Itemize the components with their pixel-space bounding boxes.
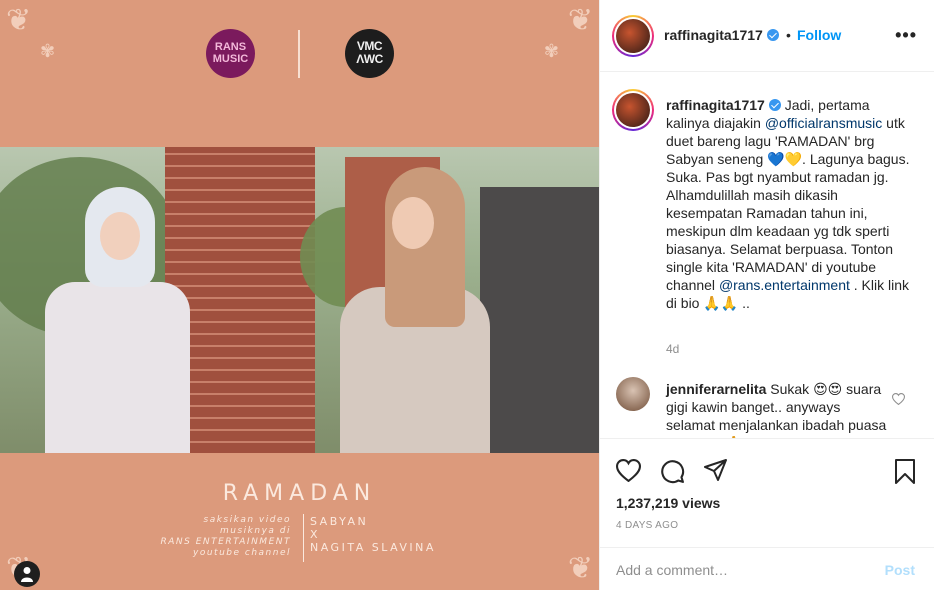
post-media[interactable]: ❦ ❦ ✾ ✾ ❦ ❦ RANS MUSIC VMC ΛWC RAMADAN s… — [0, 0, 599, 590]
bookmark-icon[interactable] — [894, 459, 916, 484]
post-header: raffinagita1717 • Follow ••• — [600, 0, 934, 72]
commenter-username[interactable]: jenniferarnelita — [666, 381, 766, 397]
video-subtitle-right: SABYAN X NAGITA SLAVINA — [310, 515, 436, 554]
ornament-bottom-right: ❦ — [567, 552, 593, 585]
video-title: RAMADAN — [222, 481, 377, 506]
person-icon — [21, 567, 33, 582]
caption-username[interactable]: raffinagita1717 — [666, 97, 765, 113]
ornament-swirl-right: ✾ — [543, 41, 559, 61]
author-username[interactable]: raffinagita1717 — [664, 27, 779, 43]
video-frame — [0, 147, 599, 453]
ornament-top-left: ❦ — [6, 4, 32, 37]
post-comment-button[interactable]: Post — [885, 562, 915, 578]
heart-icon[interactable] — [616, 459, 641, 482]
post-actions: 1,237,219 views 4 DAYS AGO Post — [600, 438, 934, 590]
tagged-users-button[interactable] — [14, 561, 40, 587]
more-options-button[interactable]: ••• — [895, 25, 917, 46]
add-comment-bar: Post — [600, 547, 934, 590]
verified-badge-icon — [766, 29, 779, 41]
header-separator: • — [786, 27, 791, 43]
rans-music-logo: RANS MUSIC — [206, 29, 255, 78]
post-side-panel: raffinagita1717 • Follow ••• raffinagita… — [599, 0, 934, 590]
comments-list[interactable]: raffinagita1717 Jadi, pertama kalinya di… — [600, 72, 934, 438]
post-date[interactable]: 4 DAYS AGO — [616, 520, 678, 531]
commenter-avatar[interactable] — [616, 377, 650, 411]
logo-divider — [298, 30, 300, 78]
follow-button[interactable]: Follow — [797, 27, 841, 43]
comment-input[interactable] — [616, 560, 866, 580]
author-avatar[interactable] — [612, 15, 654, 57]
caption-avatar[interactable] — [612, 89, 654, 131]
comment-icon[interactable] — [660, 459, 685, 484]
caption-text: raffinagita1717 Jadi, pertama kalinya di… — [666, 97, 910, 311]
mention-officialransmusic[interactable]: @officialransmusic — [765, 115, 882, 131]
heart-outline-icon[interactable] — [892, 393, 905, 405]
view-count[interactable]: 1,237,219 views — [616, 495, 720, 511]
vmc-logo: VMC ΛWC — [345, 29, 394, 78]
video-subtitle-left: saksikan video musiknya di RANS ENTERTAI… — [160, 515, 291, 558]
caption-timestamp[interactable]: 4d — [666, 342, 679, 356]
ornament-swirl-left: ✾ — [40, 41, 56, 61]
singer-left — [40, 187, 190, 453]
comment-text: jenniferarnelita Sukak 😍😍 suara gigi kaw… — [666, 381, 887, 438]
subtitle-divider — [303, 514, 304, 562]
share-icon[interactable] — [704, 459, 728, 482]
singer-right — [330, 167, 500, 453]
ornament-top-right: ❦ — [567, 4, 593, 37]
mention-rans-entertainment[interactable]: @rans.entertainment — [719, 277, 850, 293]
verified-badge-icon — [768, 99, 781, 111]
